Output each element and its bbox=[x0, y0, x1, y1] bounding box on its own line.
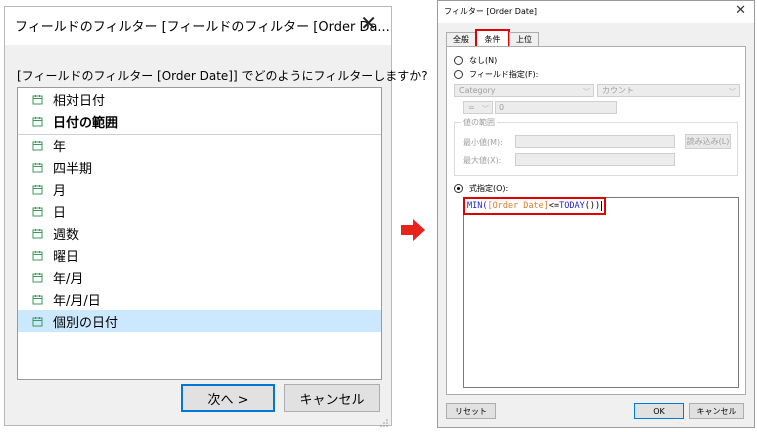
dialog-title: フィールドのフィルター [フィールドのフィルター [Order Da... bbox=[15, 20, 390, 35]
tab-top[interactable]: 上位 bbox=[509, 32, 539, 46]
calendar-icon bbox=[32, 272, 43, 283]
filter-condition-dialog: フィルター [Order Date] ✕ 全般 条件 上位 なし(N) フィール… bbox=[437, 0, 755, 428]
list-item-label: 年 bbox=[53, 140, 67, 155]
chevron-down-icon: ﹀ bbox=[482, 105, 489, 113]
filter-type-dialog: フィールドのフィルター [フィールドのフィルター [Order Da... ✕ … bbox=[4, 6, 428, 427]
calendar-icon bbox=[32, 228, 43, 239]
resize-grip-icon[interactable] bbox=[379, 413, 389, 427]
list-item-label: 日 bbox=[53, 205, 67, 221]
list-item-date-range[interactable]: 日付の範囲 bbox=[18, 110, 381, 132]
formula-text[interactable]: MIN([Order Date] <= TODAY()) bbox=[462, 197, 607, 215]
cancel-button[interactable]: キャンセル bbox=[284, 384, 380, 412]
list-item-label: 曜日 bbox=[53, 249, 80, 265]
list-item-label: 年/月/日 bbox=[53, 293, 101, 309]
condition-panel: なし(N) フィールド指定(F): Category ﹀ カウント ﹀ = ﹀ … bbox=[446, 46, 746, 395]
list-item-quarter[interactable]: 四半期 bbox=[18, 156, 381, 178]
max-input[interactable] bbox=[515, 153, 675, 166]
list-item-year-month-day[interactable]: 年/月/日 bbox=[18, 288, 381, 310]
radio-by-formula[interactable]: 式指定(O): bbox=[454, 183, 508, 194]
calendar-icon bbox=[32, 206, 43, 217]
radio-label: フィールド指定(F): bbox=[469, 70, 539, 79]
close-icon[interactable]: ✕ bbox=[735, 3, 746, 18]
list-item-year-month[interactable]: 年/月 bbox=[18, 266, 381, 288]
chevron-down-icon: ﹀ bbox=[583, 88, 590, 96]
formula-operator: <= bbox=[548, 201, 560, 211]
list-item-label: 週数 bbox=[53, 227, 80, 243]
radio-none[interactable]: なし(N) bbox=[454, 55, 497, 66]
chevron-down-icon: ﹀ bbox=[729, 88, 736, 96]
list-item-week-number[interactable]: 週数 bbox=[18, 222, 381, 244]
reset-button[interactable]: リセット bbox=[446, 403, 496, 419]
calendar-icon bbox=[32, 294, 43, 305]
list-item-label: 月 bbox=[53, 183, 67, 199]
next-button[interactable]: 次へ > bbox=[181, 384, 275, 412]
operator-combo-value: = bbox=[468, 103, 475, 112]
calendar-icon bbox=[32, 316, 43, 327]
calendar-icon bbox=[32, 162, 43, 173]
dialog-titlebar: フィールドのフィルター [フィールドのフィルター [Order Da... ✕ bbox=[5, 7, 391, 45]
radio-button[interactable] bbox=[454, 70, 463, 79]
formula-editor[interactable] bbox=[463, 197, 739, 388]
filter-question: [フィールドのフィルター [Order Date]] でどのようにフィルターしま… bbox=[17, 69, 428, 83]
list-item-label: 相対日付 bbox=[53, 93, 106, 109]
radio-by-field[interactable]: フィールド指定(F): bbox=[454, 69, 538, 80]
calendar-icon bbox=[32, 184, 43, 195]
tab-general[interactable]: 全般 bbox=[446, 32, 476, 46]
ok-button[interactable]: OK bbox=[634, 403, 684, 419]
radio-button[interactable] bbox=[454, 56, 463, 65]
value-input[interactable]: 0 bbox=[495, 101, 617, 114]
list-item-label: 四半期 bbox=[53, 161, 93, 177]
aggregation-combo-value: カウント bbox=[602, 86, 634, 95]
formula-function-today: TODAY bbox=[559, 201, 585, 211]
calendar-icon bbox=[32, 94, 43, 105]
value-range-group: 値の範囲 最小値(M): 読み込み(L) 最大値(X): bbox=[454, 117, 738, 176]
min-label: 最小値(M): bbox=[463, 138, 503, 147]
aggregation-combo[interactable]: カウント ﹀ bbox=[597, 84, 740, 97]
dialog-title: フィルター [Order Date] bbox=[444, 7, 538, 16]
list-item-year[interactable]: 年 bbox=[18, 134, 381, 156]
radio-label: 式指定(O): bbox=[469, 184, 509, 193]
radio-button[interactable] bbox=[454, 184, 463, 193]
formula-field: [Order Date] bbox=[487, 201, 549, 211]
list-item-individual-dates[interactable]: 個別の日付 bbox=[18, 310, 381, 332]
dialog-titlebar: フィルター [Order Date] ✕ bbox=[438, 1, 754, 23]
cancel-button[interactable]: キャンセル bbox=[689, 403, 744, 419]
close-icon[interactable]: ✕ bbox=[360, 13, 377, 33]
calendar-icon bbox=[32, 140, 43, 151]
formula-function: MIN( bbox=[467, 201, 488, 211]
field-combo[interactable]: Category ﹀ bbox=[454, 84, 594, 97]
list-item-relative-date[interactable]: 相対日付 bbox=[18, 88, 381, 110]
filter-type-list[interactable]: 相対日付 日付の範囲 年 四半期 月 日 週数 曜日 年/月 年/月/日 個別の… bbox=[17, 87, 382, 380]
operator-combo[interactable]: = ﹀ bbox=[463, 101, 493, 114]
list-item-day[interactable]: 日 bbox=[18, 200, 381, 222]
list-item-label: 個別の日付 bbox=[53, 315, 119, 331]
field-combo-value: Category bbox=[459, 86, 496, 95]
load-button[interactable]: 読み込み(L) bbox=[685, 134, 731, 149]
list-item-label: 日付の範囲 bbox=[53, 115, 119, 131]
max-label: 最大値(X): bbox=[463, 156, 502, 165]
calendar-icon bbox=[32, 250, 43, 261]
list-item-weekday[interactable]: 曜日 bbox=[18, 244, 381, 266]
radio-label: なし(N) bbox=[469, 56, 498, 65]
calendar-icon bbox=[32, 116, 43, 127]
list-item-month[interactable]: 月 bbox=[18, 178, 381, 200]
formula-closing: ()) bbox=[584, 201, 601, 211]
text-caret bbox=[601, 201, 603, 211]
list-item-label: 年/月 bbox=[53, 271, 84, 287]
tab-condition[interactable]: 条件 bbox=[475, 29, 510, 48]
min-input[interactable] bbox=[515, 135, 675, 148]
arrow-right-icon bbox=[401, 219, 425, 245]
value-range-legend: 値の範囲 bbox=[461, 117, 497, 128]
